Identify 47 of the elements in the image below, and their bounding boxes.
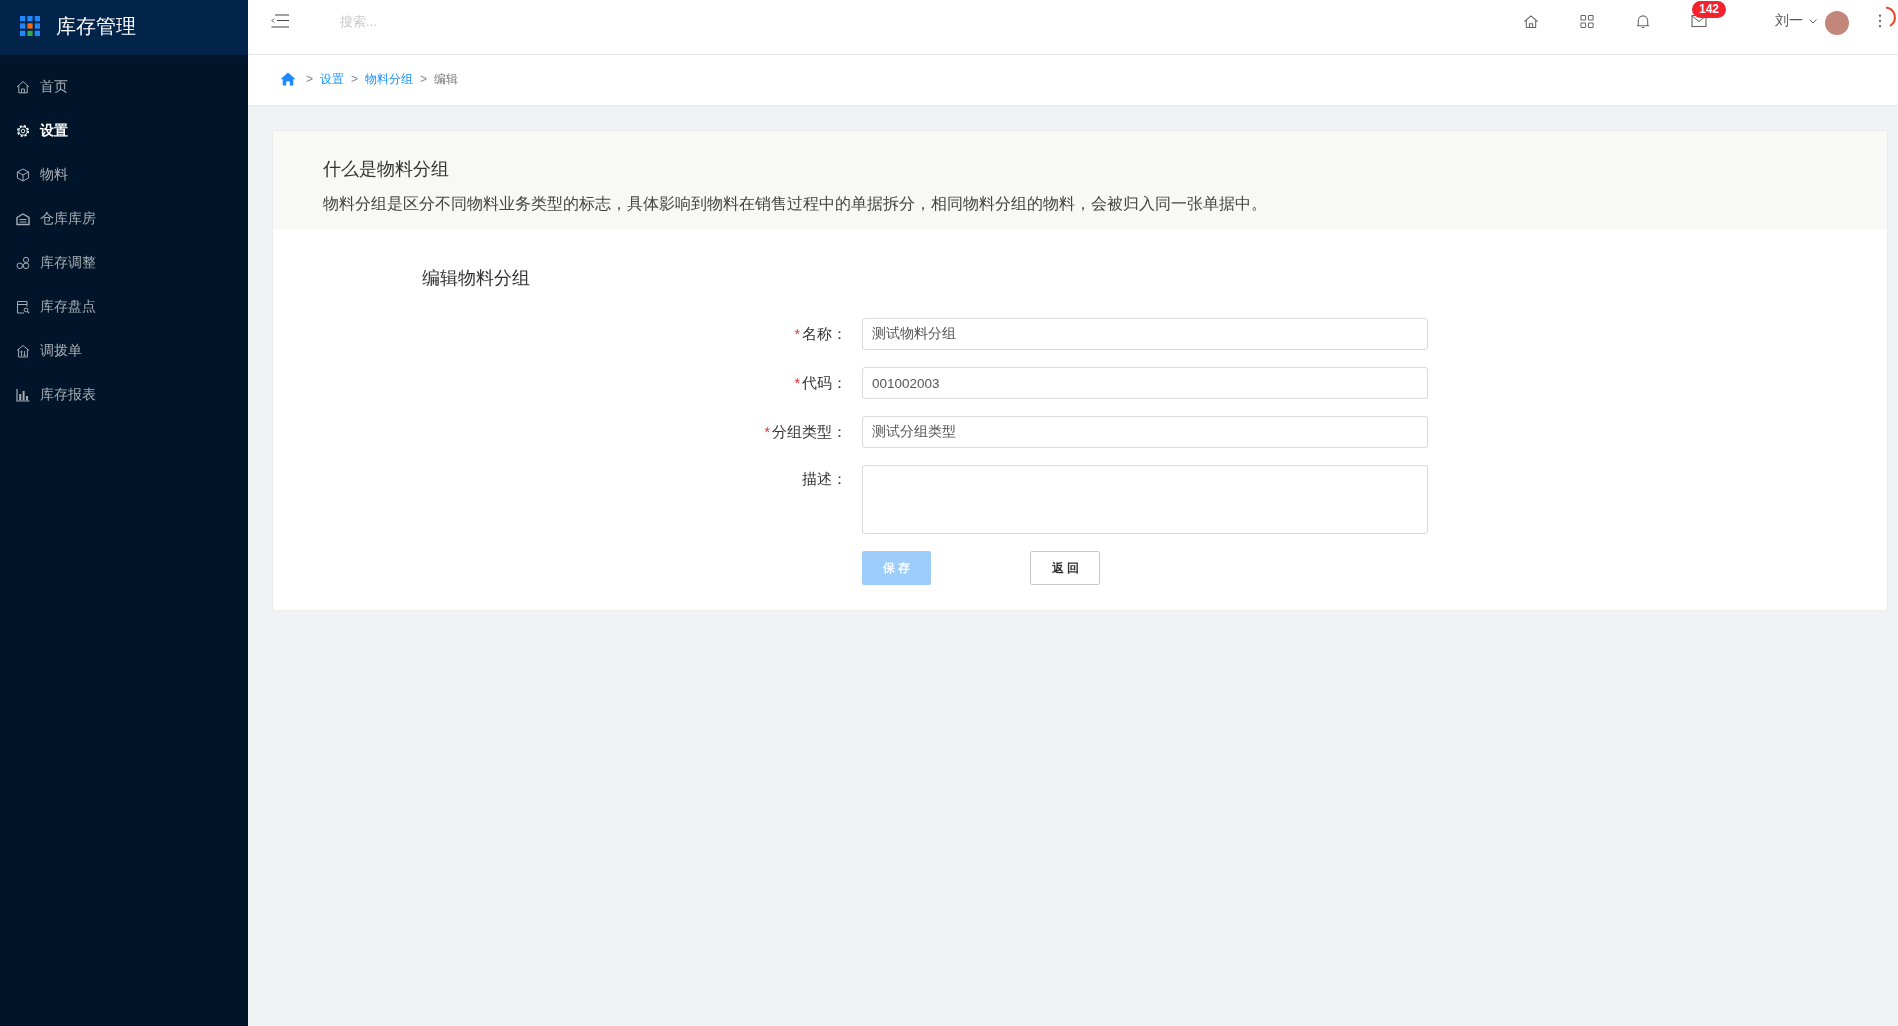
- user-avatar[interactable]: [1825, 10, 1849, 35]
- home-icon[interactable]: [280, 72, 296, 86]
- grid-icon[interactable]: [1579, 13, 1595, 29]
- sidebar-item[interactable]: 设置: [0, 109, 248, 153]
- breadcrumb-current: 编辑: [434, 70, 459, 88]
- gear-icon: [16, 124, 30, 138]
- bell-icon[interactable]: [1635, 13, 1651, 29]
- sidebar-item[interactable]: 首页: [0, 65, 248, 109]
- field-label: 描述：: [802, 470, 847, 489]
- menu-fold-icon[interactable]: [271, 14, 289, 28]
- text-input[interactable]: 001002003: [862, 367, 1428, 399]
- user-menu[interactable]: 刘一: [1775, 12, 1817, 30]
- caret-icon: [1809, 18, 1817, 24]
- text-input[interactable]: 测试分组类型: [862, 416, 1428, 448]
- field-label: 代码：: [802, 373, 847, 393]
- required-mark: *: [794, 375, 800, 391]
- app-title: 库存管理: [56, 13, 136, 39]
- text-input[interactable]: 测试物料分组: [862, 318, 1428, 350]
- sidebar-item[interactable]: 物料: [0, 153, 248, 197]
- notification-badge: 142: [1692, 1, 1727, 18]
- breadcrumb-separator: >: [306, 72, 313, 86]
- field-label: 分组类型：: [772, 422, 847, 442]
- breadcrumb-separator: >: [420, 72, 428, 86]
- required-mark: *: [764, 424, 770, 440]
- document-search-icon: [16, 300, 30, 314]
- info-title: 什么是物料分组: [323, 158, 450, 181]
- sidebar-item[interactable]: 库存调整: [0, 241, 248, 285]
- bar-chart-icon: [16, 388, 30, 402]
- house-arrows-icon: [16, 344, 30, 358]
- spinner-icon: [1885, 6, 1898, 28]
- more-icon[interactable]: [1878, 14, 1882, 28]
- logo-icon: [20, 15, 40, 36]
- info-description: 物料分组是区分不同物料业务类型的标志，具体影响到物料在销售过程中的单据拆分，相同物料分组的物料，会被归入同一张单据中。: [323, 194, 1268, 214]
- sidebar-item[interactable]: 库存报表: [0, 373, 248, 417]
- warehouse-icon: [16, 212, 30, 226]
- sidebar-item[interactable]: 调拨单: [0, 329, 248, 373]
- home-icon: [16, 80, 30, 94]
- breadcrumb-separator: >: [351, 72, 359, 86]
- required-mark: *: [794, 326, 800, 342]
- circles-icon: [16, 256, 30, 270]
- back-button[interactable]: 返回: [1030, 551, 1100, 585]
- home-icon[interactable]: [1523, 13, 1539, 29]
- cube-icon: [16, 168, 30, 182]
- sidebar-item[interactable]: 库存盘点: [0, 285, 248, 329]
- field-label: 名称：: [802, 324, 847, 344]
- sidebar-item[interactable]: 仓库库房: [0, 197, 248, 241]
- form-title: 编辑物料分组: [422, 267, 531, 290]
